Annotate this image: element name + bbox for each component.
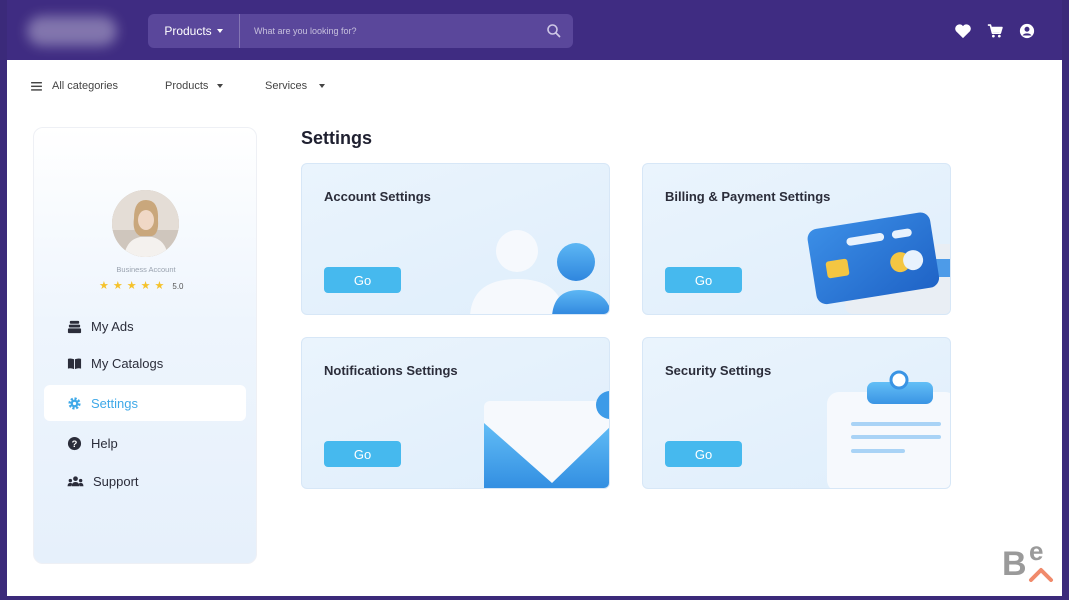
security-settings-go-button[interactable]: Go <box>665 441 742 467</box>
sidebar-item-label: Help <box>91 435 118 451</box>
services-menu[interactable]: Services <box>265 80 326 92</box>
services-label: Services <box>265 80 308 92</box>
rating-value: 5.0 <box>172 282 184 291</box>
account-settings-go-button[interactable]: Go <box>324 267 401 293</box>
security-settings-card[interactable]: Security Settings Go <box>642 337 951 489</box>
chevron-down-icon <box>319 84 326 88</box>
sidebar-item-my-catalogs[interactable]: My Catalogs <box>44 345 246 381</box>
svg-text:?: ? <box>72 438 78 448</box>
user-illustration <box>470 230 609 314</box>
sidebar-item-support[interactable]: Support <box>44 463 246 499</box>
star-icon: ★ <box>99 280 109 292</box>
all-categories-label: All categories <box>52 80 119 92</box>
account-settings-card[interactable]: Account Settings Go <box>301 163 610 315</box>
sidebar-item-help[interactable]: ? Help <box>44 425 246 461</box>
account-icon[interactable] <box>1018 22 1036 40</box>
search-input[interactable] <box>254 22 524 40</box>
behance-logo: B e <box>1002 538 1053 582</box>
gear-icon <box>68 396 81 410</box>
header-actions <box>954 22 1036 40</box>
users-group-icon <box>67 475 84 486</box>
billing-payment-settings-card[interactable]: Billing & Payment Settings Go <box>642 163 951 315</box>
search-category-dropdown[interactable]: Products <box>148 14 240 48</box>
logo[interactable] <box>27 16 117 46</box>
category-nav: All categories Products Services <box>7 60 1062 112</box>
credit-card-illustration <box>807 212 950 314</box>
clipboard-illustration <box>827 370 950 488</box>
star-icon: ★ <box>126 280 137 292</box>
card-title: Security Settings <box>665 363 772 378</box>
card-title: Notifications Settings <box>324 363 458 378</box>
svg-text:B: B <box>1002 545 1027 582</box>
sidebar-item-label: My Ads <box>91 318 134 334</box>
question-circle-icon: ? <box>67 436 82 450</box>
chevron-down-icon <box>217 84 224 88</box>
page-title: Settings <box>301 128 373 148</box>
cart-icon[interactable] <box>986 22 1004 40</box>
card-title: Account Settings <box>324 189 431 204</box>
sidebar-item-my-ads[interactable]: My Ads <box>44 308 246 344</box>
account-type-label: Business Account <box>116 265 176 274</box>
star-icon: ★ <box>154 280 165 292</box>
all-categories-menu[interactable]: All categories <box>31 80 118 92</box>
app-frame: Products All categories P <box>7 0 1062 596</box>
search-category-label: Products <box>164 24 212 38</box>
card-title: Billing & Payment Settings <box>665 189 831 204</box>
envelope-illustration <box>484 391 609 488</box>
notifications-settings-card[interactable]: Notifications Settings Go <box>301 337 610 489</box>
rating: ★ ★ ★ ★ ★ 5.0 <box>99 281 184 292</box>
profile-sidebar: Business Account ★ ★ ★ ★ ★ 5.0 My Ads My… <box>33 127 257 564</box>
chevron-down-icon <box>216 29 223 33</box>
notifications-settings-go-button[interactable]: Go <box>324 441 401 467</box>
open-book-icon <box>67 357 82 369</box>
search-icon[interactable] <box>545 22 563 40</box>
star-icon: ★ <box>112 280 123 292</box>
inbox-stack-icon <box>67 320 82 333</box>
billing-settings-go-button[interactable]: Go <box>665 267 742 293</box>
sidebar-item-label: My Catalogs <box>91 355 164 371</box>
sidebar-item-settings[interactable]: Settings <box>44 385 246 421</box>
top-bar: Products <box>7 0 1062 60</box>
products-label: Products <box>165 80 209 92</box>
products-menu[interactable]: Products <box>165 80 224 92</box>
avatar[interactable] <box>112 190 179 257</box>
star-icon: ★ <box>140 280 151 292</box>
svg-text:e: e <box>1029 538 1043 566</box>
sidebar-item-label: Support <box>93 473 139 489</box>
search-bar: Products <box>148 14 573 48</box>
sidebar-item-label: Settings <box>91 395 138 411</box>
hamburger-menu-icon <box>31 81 42 91</box>
heart-icon[interactable] <box>954 22 972 40</box>
